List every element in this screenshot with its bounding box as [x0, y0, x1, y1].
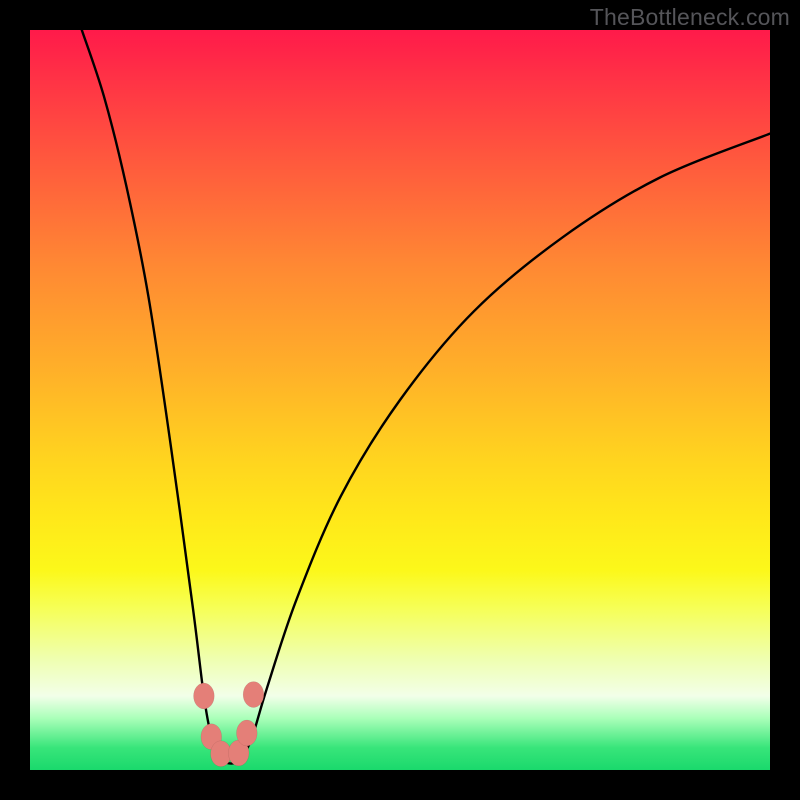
- chart-plot-area: [30, 30, 770, 770]
- trough-marker: [236, 720, 257, 746]
- trough-marker: [194, 683, 215, 709]
- trough-marker: [243, 682, 264, 708]
- bottleneck-curve: [82, 30, 770, 764]
- trough-markers: [194, 682, 264, 767]
- watermark-text: TheBottleneck.com: [590, 4, 790, 31]
- chart-frame: TheBottleneck.com: [0, 0, 800, 800]
- chart-svg: [30, 30, 770, 770]
